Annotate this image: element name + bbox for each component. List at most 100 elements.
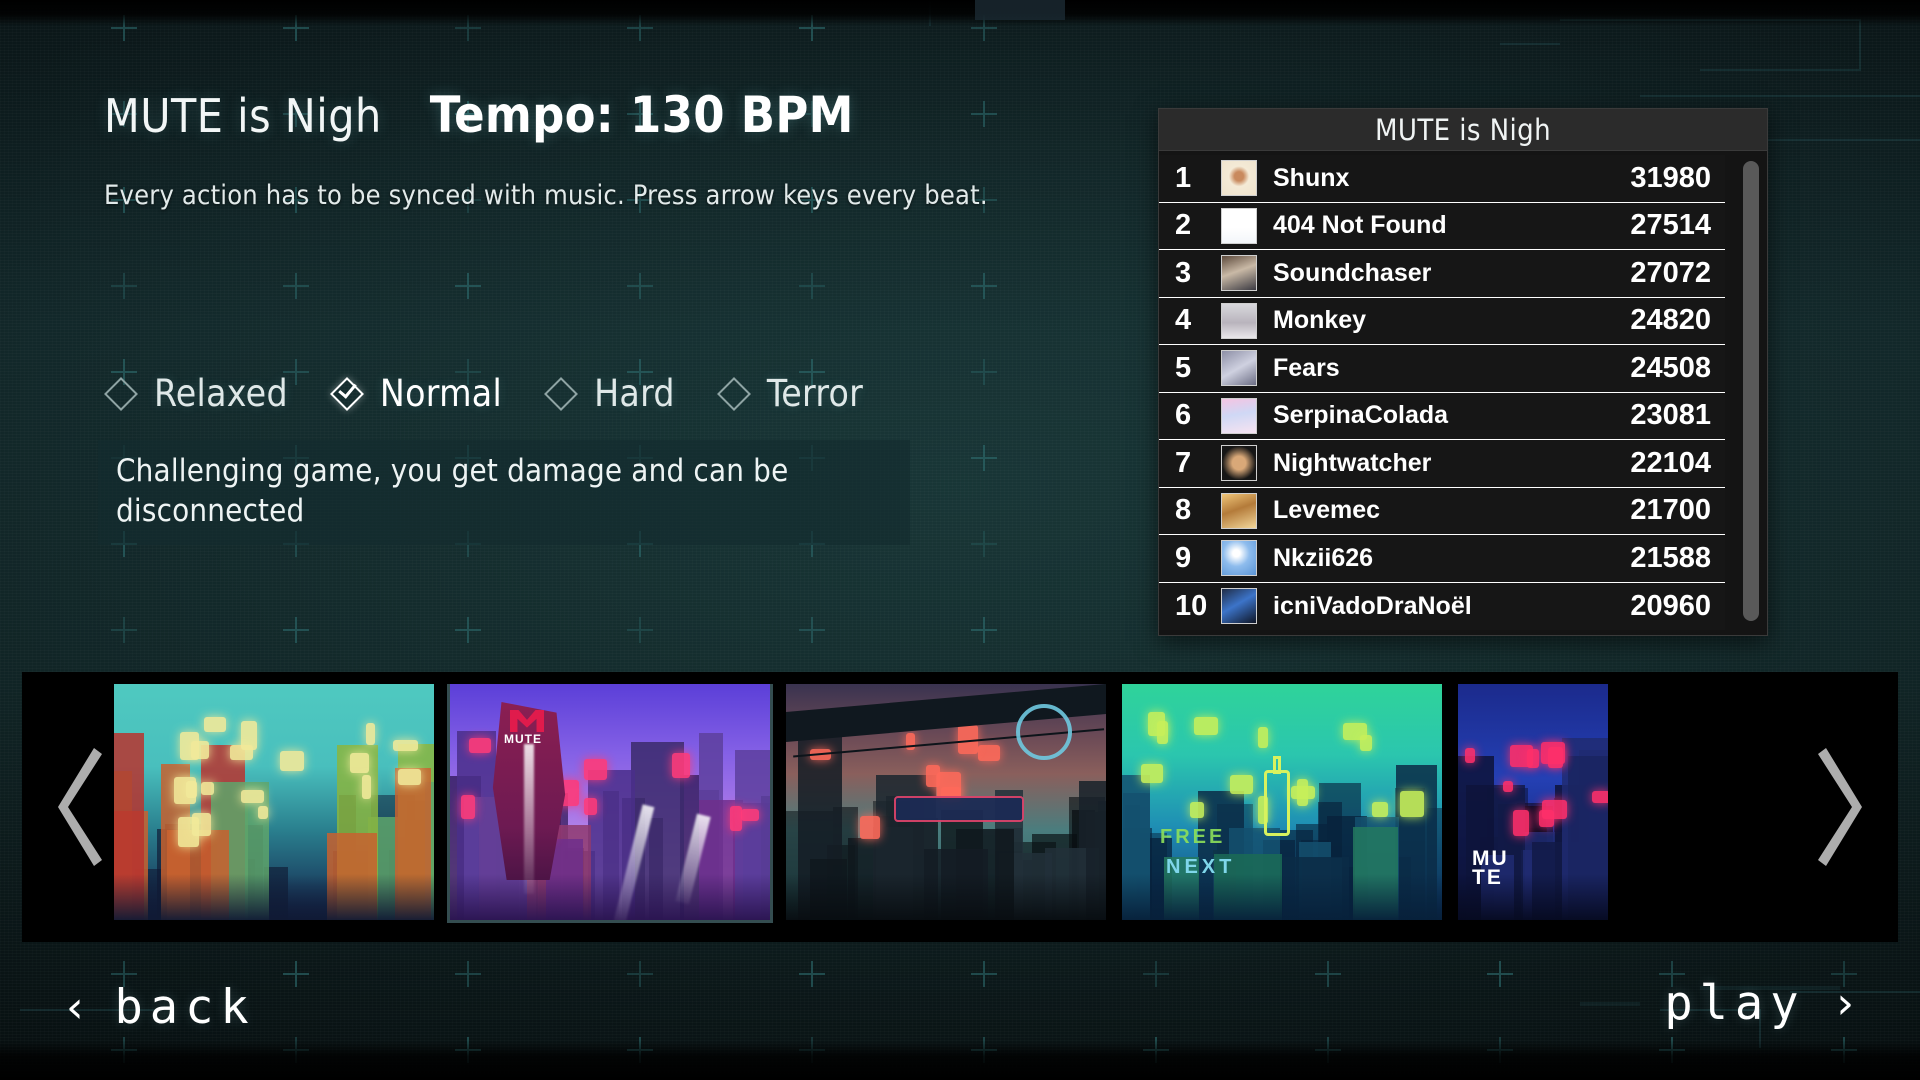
thumbnail-window-light [958,725,979,755]
thumbnail-caption: MUTE [504,732,542,746]
leaderboard-rank: 6 [1175,399,1192,432]
level-thumbnail-strip: MUTE FREE NEXT MU TE [114,684,1806,930]
difficulty-option-terror[interactable]: Terror [716,372,864,415]
back-button[interactable]: ‹ back [62,980,256,1035]
difficulty-option-hard[interactable]: Hard [544,372,675,415]
cross-marker [1487,961,1513,987]
play-button-label: play [1664,976,1806,1031]
avatar [1221,160,1257,197]
difficulty-option-relaxed[interactable]: Relaxed [104,372,288,415]
play-button[interactable]: play › [1664,976,1858,1031]
thumbnail-window-light [1141,764,1164,783]
level-thumbnail[interactable]: FREE NEXT [1122,684,1442,920]
tempo-label: Tempo: 130 BPM [429,86,854,144]
difficulty-option-label: Normal [379,372,503,415]
avatar [1221,207,1257,244]
thumbnail-window-light [393,739,418,752]
leaderboard-row[interactable]: 7 Nightwatcher 22104 [1159,440,1725,488]
leaderboard-rank: 10 [1175,589,1208,622]
chevron-left-icon[interactable] [58,748,112,866]
cross-marker [111,1037,137,1063]
avatar [1221,445,1257,482]
thumbnail-window-light [1464,748,1476,763]
thumbnail-caption: NEXT [1166,856,1236,878]
leaderboard-player-name: Fears [1273,353,1340,382]
cross-marker [455,1037,481,1063]
cross-marker [971,101,997,127]
thumbnail-art [114,684,434,920]
leaderboard-header: MUTE is Nigh [1159,109,1767,151]
thumbnail-art [786,684,1106,920]
leaderboard-row[interactable]: 6 SerpinaColada 23081 [1159,392,1725,440]
avatar [1221,397,1257,434]
thumbnail-window-light [859,816,880,839]
thumbnail-caption: MUTE [1472,847,1509,889]
cross-marker [455,15,481,41]
leaderboard-score: 24508 [1630,351,1711,384]
difficulty-option-normal[interactable]: Normal [329,372,503,415]
cross-marker [283,617,309,643]
leaderboard-row[interactable]: 8 Levemec 21700 [1159,487,1725,535]
leaderboard-rank: 2 [1175,209,1192,242]
thumbnail-searchlight [524,744,534,894]
thumbnail-window-light [1542,799,1567,820]
leaderboard-row[interactable]: 5 Fears 24508 [1159,345,1725,393]
leaderboard-row[interactable]: 9 Nkzii626 21588 [1159,535,1725,583]
leaderboard-body[interactable]: 1 Shunx 31980 2 404 Not Found 27514 3 Soundchas… [1159,151,1767,635]
thumbnail-ring-icon [1016,704,1072,760]
leaderboard-row[interactable]: 3 Soundchaser 27072 [1159,250,1725,298]
chevron-right-icon[interactable] [1808,748,1862,866]
thumbnail-window-light [469,737,492,753]
level-thumbnail[interactable]: MUTE [447,684,773,923]
cross-marker [971,273,997,299]
leaderboard-row[interactable]: 2 404 Not Found 27514 [1159,202,1725,250]
thumbnail-art: MUTE [1458,684,1608,920]
chevron-left-icon: ‹ [62,981,89,1033]
cross-marker [627,617,653,643]
leaderboard-score: 23081 [1630,399,1711,432]
thumbnail-window-light [174,777,196,804]
leaderboard-scrollbar-thumb[interactable] [1743,161,1759,621]
leaderboard-row[interactable]: 4 Monkey 24820 [1159,297,1725,345]
thumbnail-window-light [1258,726,1268,749]
leaderboard-row[interactable]: 10 icniVadoDraNoël 20960 [1159,582,1725,630]
thumbnail-foreground [114,874,434,920]
cross-marker [1659,1037,1685,1063]
thumbnail-window-light [180,731,200,761]
thumbnail-window-light [583,758,608,780]
cross-marker [971,531,997,557]
page-title: MUTE is Nigh [104,89,382,143]
leaderboard-score: 22104 [1630,446,1711,479]
cross-marker [799,1037,825,1063]
cross-marker [1315,961,1341,987]
level-thumbnail[interactable] [114,684,434,920]
top-letterbox-band [0,0,1920,26]
thumbnail-window-light [1229,774,1253,795]
difficulty-description: Challenging game, you get damage and can… [98,440,910,546]
bottom-letterbox-band [0,1040,1920,1080]
diamond-checked-icon [329,376,364,411]
difficulty-selector: Relaxed Normal Hard Terror [104,372,905,415]
diamond-icon [544,376,579,411]
leaderboard-row[interactable]: 1 Shunx 31980 [1159,155,1725,203]
cross-marker [1143,961,1169,987]
thumbnail-window-light [200,781,215,795]
cross-marker [111,273,137,299]
difficulty-option-label: Terror [766,372,864,415]
thumbnail-window-light [460,795,476,819]
level-thumbnail[interactable]: MUTE [1458,684,1608,920]
cross-marker [1315,1037,1341,1063]
cross-marker [627,961,653,987]
thumbnail-window-light [906,732,916,750]
cross-marker [1143,1037,1169,1063]
cross-marker [971,617,997,643]
leaderboard-player-name: Soundchaser [1273,258,1432,287]
thumbnail-window-light [279,750,305,772]
level-thumbnail[interactable] [786,684,1106,920]
thumbnail-window-light [203,716,226,733]
thumbnail-foreground [450,874,770,920]
thumbnail-window-light [1513,809,1530,837]
leaderboard-player-name: icniVadoDraNoël [1273,591,1472,620]
cross-marker [971,961,997,987]
cross-marker [971,445,997,471]
